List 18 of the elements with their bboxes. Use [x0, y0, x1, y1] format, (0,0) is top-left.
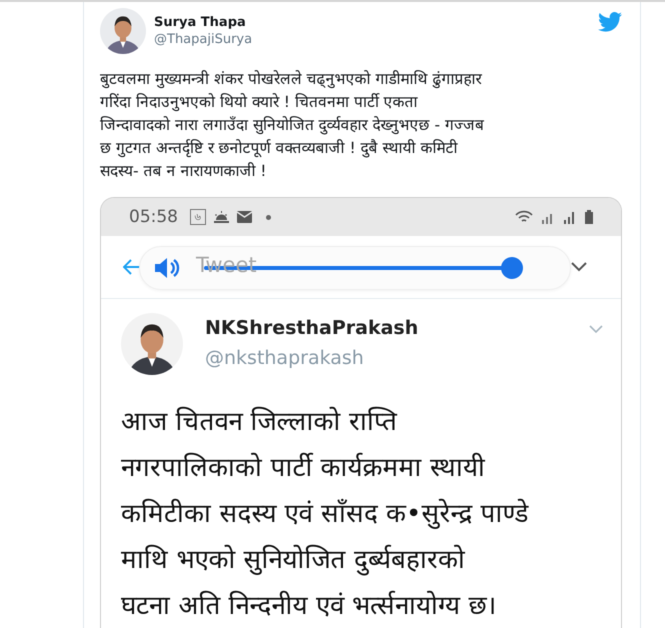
author-name[interactable]: Surya Thapa: [154, 15, 590, 30]
author-name[interactable]: NKShresthaPrakash: [205, 317, 567, 339]
app-badge: ৬: [190, 209, 206, 225]
mail-icon: [237, 211, 252, 223]
quoted-tweet-text: आज चितवन जिल्लाको राप्ति नगरपालिकाको पार्टी कार्यक्रममा स्थायी कमिटीका सदस्य एवं साँसद क•सुरेन्द्र पाण्डे माथि भएको सुनियोजित दुर्ब्यबहारको घटना अति निन्दनीय एवं भर्त्सनायोग्य छ।: [121, 406, 530, 623]
back-arrow-icon[interactable]: [123, 259, 141, 275]
chevron-down-icon[interactable]: [571, 262, 587, 272]
wifi-icon: [515, 210, 533, 224]
battery-icon: [585, 210, 593, 224]
bird-icon[interactable]: [598, 12, 622, 32]
tweet-text: बुटवलमा मुख्यमन्त्री शंकर पोखरेलले चढ्नुभएको गाडीमाथि ढुंगाप्रहार गरिंदा निदाउनुभएको थियो क्यारे ! चितवनमा पार्टी एकता जिन्दावादको नारा लगाउँदा सुनियोजित दुर्व्यवहार देख्नुभएछ - गज्जब छ गुटगत अन्तर्दृष्टि र छनोटपूर्ण वक्तव्यबाजी ! दुबै स्थायी कमिटी सदस्य- तब न नारायणकाजी !: [100, 69, 486, 182]
signal-icon: [563, 210, 577, 224]
speaker-icon[interactable]: [154, 257, 180, 279]
clock-time: 05:58: [129, 207, 178, 227]
volume-thumb[interactable]: [501, 257, 523, 279]
dot-icon: [266, 214, 271, 220]
sunrise-icon: [214, 211, 229, 223]
author-handle[interactable]: @ThapajiSurya: [154, 32, 590, 47]
